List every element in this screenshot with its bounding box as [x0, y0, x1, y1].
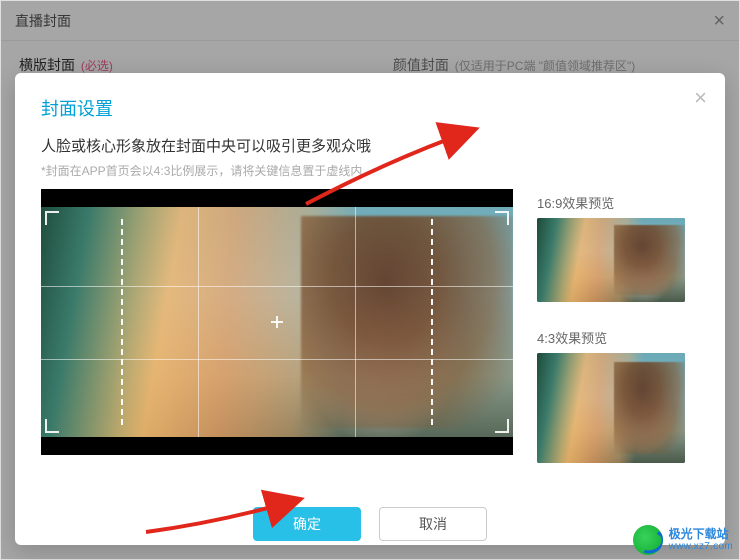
- crop-handle[interactable]: [45, 419, 59, 433]
- modal-title: 封面设置: [41, 95, 699, 121]
- letterbox: [41, 437, 513, 455]
- safe-zone-guide: [121, 219, 123, 425]
- button-label: 确定: [293, 514, 321, 534]
- grid-line: [41, 359, 513, 360]
- center-cross-icon: [271, 316, 283, 328]
- preview-column: 16:9效果预览 4:3效果预览: [537, 189, 699, 489]
- live-cover-dialog: 直播封面 × 横版封面 (必选) 颜值封面 (仅适用于PC端 "颜值领域推荐区"…: [0, 0, 740, 560]
- modal-subnote: *封面在APP首页会以4:3比例展示，请将关键信息置于虚线内: [41, 162, 699, 179]
- letterbox: [41, 189, 513, 207]
- confirm-button[interactable]: 确定: [253, 507, 361, 541]
- preview-4x3-label: 4:3效果预览: [537, 328, 699, 347]
- modal-heading: 人脸或核心形象放在封面中央可以吸引更多观众哦: [41, 135, 699, 156]
- safe-zone-guide: [431, 219, 433, 425]
- preview-4x3-thumb: [537, 353, 685, 463]
- preview-16x9-thumb: [537, 218, 685, 302]
- cover-settings-modal: × 封面设置 人脸或核心形象放在封面中央可以吸引更多观众哦 *封面在APP首页会…: [15, 73, 725, 545]
- cover-content-row: 16:9效果预览 4:3效果预览: [41, 189, 699, 489]
- modal-button-row: 确定 取消: [41, 507, 699, 541]
- grid-line: [198, 207, 199, 437]
- crop-handle[interactable]: [495, 419, 509, 433]
- cancel-button[interactable]: 取消: [379, 507, 487, 541]
- crop-handle[interactable]: [495, 211, 509, 225]
- preview-16x9-label: 16:9效果预览: [537, 193, 699, 212]
- grid-line: [41, 286, 513, 287]
- crop-handle[interactable]: [45, 211, 59, 225]
- cover-image-overlay: [301, 216, 513, 429]
- button-label: 取消: [419, 514, 447, 534]
- close-icon[interactable]: ×: [694, 87, 707, 109]
- cover-crop-area[interactable]: [41, 189, 513, 455]
- grid-line: [355, 207, 356, 437]
